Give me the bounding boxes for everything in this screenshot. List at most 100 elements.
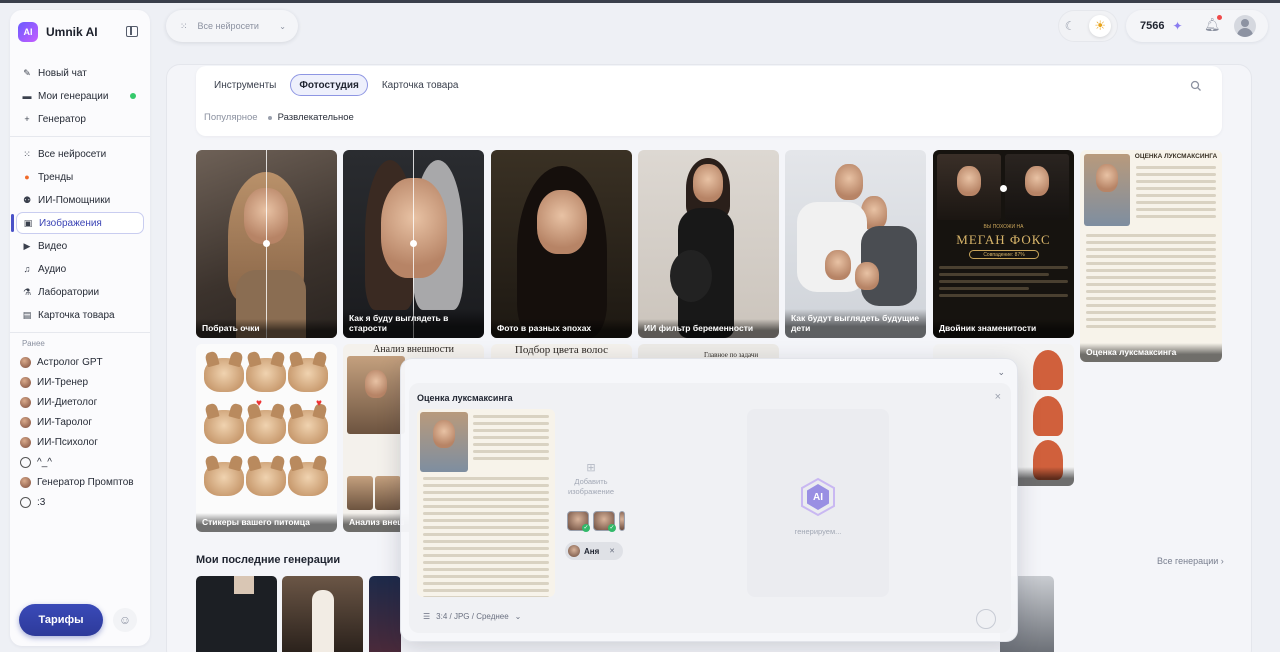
heart-icon: ♥	[256, 398, 262, 409]
recent-generation-thumb[interactable]	[369, 576, 401, 652]
tile-old-age[interactable]: Как я буду выглядеть в старости	[343, 150, 484, 338]
subtab-popular[interactable]: Популярное	[204, 112, 258, 123]
user-avatar[interactable]	[1234, 15, 1256, 37]
history-item[interactable]: ИИ-Тренер	[16, 372, 144, 392]
sidebar-item-assistants[interactable]: ⚉ ИИ-Помощники	[16, 189, 144, 211]
history-item[interactable]: ИИ-Диетолог	[16, 392, 144, 412]
dog-sticker	[246, 358, 286, 392]
recent-generation-thumb[interactable]	[282, 576, 363, 652]
format-selector[interactable]: ☰ 3:4 / JPG / Среднее ⌄	[423, 612, 521, 621]
text-line	[423, 554, 549, 557]
tile-caption: Как я буду выглядеть в старости	[343, 308, 484, 338]
avatar	[20, 476, 31, 488]
image-photo	[347, 476, 373, 510]
sidebar-item-new-chat[interactable]: ✎ Новый чат	[16, 62, 144, 84]
close-icon[interactable]: ×	[995, 391, 1001, 403]
sidebar-item-label: Тренды	[38, 171, 74, 183]
text-line	[1086, 311, 1216, 314]
text-line	[423, 519, 549, 522]
sidebar-item-generator[interactable]: + Генератор	[16, 108, 144, 130]
sidebar-item-label: Все нейросети	[38, 148, 107, 160]
fire-icon: ●	[24, 172, 30, 182]
add-image-button[interactable]: ⊞ Добавить изображение	[565, 461, 617, 497]
tile-pet-stickers[interactable]: ♥ ♥ Стикеры вашего питомца	[196, 344, 337, 532]
close-icon[interactable]: ✕	[609, 547, 615, 555]
analysis-title: Анализ внешности	[373, 344, 454, 355]
history-item[interactable]: :3	[16, 492, 144, 512]
image-face	[957, 166, 981, 196]
video-icon: ▶	[23, 240, 31, 251]
sidebar-item-audio[interactable]: ♫ Аудио	[16, 258, 144, 280]
all-generations-link[interactable]: Все генерации ›	[1157, 556, 1224, 566]
pencil-icon: ✎	[23, 67, 31, 78]
avatar	[20, 416, 31, 428]
sidebar-item-images[interactable]: ▣ Изображения	[11, 212, 144, 234]
sidebar-collapse-icon[interactable]	[126, 26, 138, 37]
celebrity-subtitle: ВЫ ПОХОЖИ НА	[983, 224, 1024, 230]
lab-icon: ⚗	[22, 286, 32, 297]
uploaded-photo-thumb[interactable]: ✓	[593, 511, 616, 532]
history-item[interactable]: Астролог GPT	[16, 352, 144, 372]
tile-looksmaxing[interactable]: ОЦЕНКА ЛУКСМАКСИНГА Оценка луксмаксинга	[1080, 150, 1222, 362]
image-face	[825, 250, 851, 280]
brand[interactable]: AI Umnik AI	[18, 22, 98, 42]
sun-icon[interactable]: ☀	[1089, 15, 1112, 37]
text-line	[423, 561, 549, 564]
compare-slider-handle[interactable]	[263, 240, 270, 247]
tile-pregnancy[interactable]: ИИ фильтр беременности	[638, 150, 779, 338]
uploaded-photos: ✓ ✓	[567, 511, 625, 532]
history-item[interactable]: Генератор Промптов	[16, 472, 144, 492]
text-line	[1086, 262, 1216, 265]
compare-slider-handle[interactable]	[410, 240, 417, 247]
sidebar-item-my-generations[interactable]: ▬ Мои генерации	[16, 85, 144, 107]
openai-icon	[20, 456, 31, 468]
chevron-down-icon: ⌄	[514, 612, 522, 621]
image-photo	[347, 356, 405, 434]
recent-generation-thumb[interactable]	[196, 576, 277, 652]
dog-sticker	[288, 462, 328, 496]
sidebar-item-product-card[interactable]: ▤ Карточка товара	[16, 304, 144, 326]
sidebar-item-all-models[interactable]: ⁙ Все нейросети	[16, 143, 144, 165]
text-line	[423, 533, 549, 536]
text-line	[939, 273, 1049, 276]
uploaded-photo-thumb[interactable]: ✓	[567, 511, 590, 532]
text-line	[1086, 325, 1216, 328]
tab-product-card[interactable]: Карточка товара	[376, 74, 465, 96]
search-icon[interactable]	[1190, 80, 1202, 92]
generate-spinner-icon[interactable]	[976, 609, 996, 629]
tab-photostudio[interactable]: Фотостудия	[290, 74, 368, 96]
profile-icon[interactable]: ☺	[113, 608, 137, 632]
tile-future-kids[interactable]: Как будут выглядеть будущие дети	[785, 150, 926, 338]
tab-tools[interactable]: Инструменты	[208, 74, 282, 96]
tile-eras[interactable]: Фото в разных эпохах	[491, 150, 632, 338]
subtab-entertainment[interactable]: Развлекательное	[268, 112, 354, 123]
sidebar-item-trends[interactable]: ● Тренды	[16, 166, 144, 188]
model-select[interactable]: ⁙ Все нейросети ⌄	[166, 10, 298, 42]
credits-count[interactable]: 7566	[1140, 20, 1164, 32]
chevron-down-icon[interactable]: ⌄	[997, 367, 1005, 378]
sidebar-item-labs[interactable]: ⚗ Лаборатории	[16, 281, 144, 303]
tile-celebrity-twin[interactable]: ВЫ ПОХОЖИ НА МЕГАН ФОКС Совпадение: 87% …	[933, 150, 1074, 338]
tile-glasses[interactable]: Побрать очки	[196, 150, 337, 338]
uploaded-photo-thumb[interactable]	[619, 511, 625, 531]
ai-logo-icon: AI	[798, 477, 838, 517]
history-item[interactable]: ^_^	[16, 452, 144, 472]
dog-sticker	[246, 410, 286, 444]
sidebar-item-label: Генератор	[38, 113, 86, 125]
theme-toggle[interactable]: ☾ ☀	[1058, 10, 1118, 42]
compare-slider-handle	[1000, 185, 1007, 192]
moon-icon[interactable]: ☾	[1065, 19, 1076, 33]
avatar	[20, 356, 31, 368]
text-line	[1136, 180, 1216, 183]
image-face	[381, 178, 447, 278]
sidebar-item-label: Новый чат	[38, 67, 87, 79]
person-chip[interactable]: Аня ✕	[565, 542, 623, 560]
image-photo	[234, 576, 254, 594]
text-line	[939, 266, 1068, 269]
avatar	[20, 436, 31, 448]
sidebar-item-video[interactable]: ▶ Видео	[16, 235, 144, 257]
history-item[interactable]: ИИ-Психолог	[16, 432, 144, 452]
tariffs-button[interactable]: Тарифы	[19, 604, 103, 636]
dog-sticker	[246, 462, 286, 496]
history-item[interactable]: ИИ-Таролог	[16, 412, 144, 432]
